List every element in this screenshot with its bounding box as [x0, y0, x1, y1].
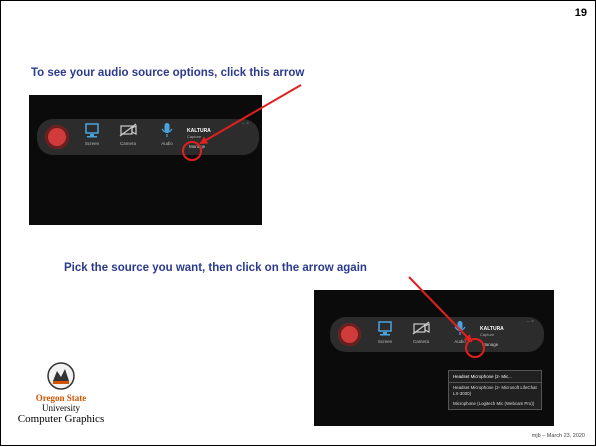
- record-button[interactable]: [338, 323, 361, 346]
- manage-link[interactable]: Manage: [189, 144, 205, 149]
- instruction-caption-bottom: Pick the source you want, then click on …: [64, 262, 367, 274]
- recorder-screenshot-2: Screen Camera Audio KALTURA Capture Mana…: [314, 290, 554, 426]
- screen-control[interactable]: Screen: [77, 123, 107, 146]
- university-seal-icon: [47, 362, 75, 390]
- window-controls[interactable]: – ×: [242, 121, 249, 127]
- screen-label: Screen: [84, 141, 100, 146]
- audio-source-option[interactable]: Microphone (Logitech Mic (Webcam Pro)): [449, 399, 541, 409]
- window-controls[interactable]: – ×: [527, 319, 534, 325]
- camera-label: Camera: [119, 141, 136, 146]
- osu-name: Oregon State: [35, 393, 87, 403]
- monitor-icon: [85, 123, 99, 138]
- microphone-icon: [454, 321, 466, 335]
- kaltura-logo: KALTURA Capture: [187, 128, 211, 140]
- slide-number: 19: [574, 7, 587, 19]
- footer-credit: mjb – March 23, 2020: [531, 433, 585, 439]
- camera-control[interactable]: Camera: [406, 321, 436, 344]
- camera-off-icon: [412, 321, 430, 335]
- department-name: Computer Graphics: [17, 413, 105, 425]
- screen-control[interactable]: Screen: [370, 321, 400, 344]
- microphone-icon: [161, 123, 173, 137]
- recorder-screenshot-1: Screen Camera Audio KALTURA Capture Mana…: [29, 95, 262, 225]
- audio-control[interactable]: Audio: [152, 123, 182, 146]
- audio-control[interactable]: Audio: [445, 321, 475, 344]
- audio-source-selected[interactable]: Headset Microphone (2- Mic...: [449, 371, 541, 383]
- record-button[interactable]: [45, 125, 69, 149]
- camera-control[interactable]: Camera: [113, 123, 143, 146]
- osu-university: University: [42, 403, 80, 413]
- recorder-toolbar: Screen Camera Audio KALTURA Capture Mana…: [37, 119, 259, 155]
- camera-label: Camera: [412, 339, 429, 344]
- screen-label: Screen: [377, 339, 393, 344]
- audio-source-option[interactable]: Headset Microphone (2- Microsoft LifeCha…: [449, 383, 541, 399]
- kaltura-sub: Capture: [480, 332, 495, 337]
- audio-label: Audio: [161, 141, 173, 146]
- recorder-toolbar: Screen Camera Audio KALTURA Capture Mana…: [330, 317, 544, 352]
- camera-off-icon: [119, 123, 137, 137]
- kaltura-sub: Capture: [187, 134, 202, 139]
- slide: 19 To see your audio source options, cli…: [0, 0, 596, 446]
- audio-label: Audio: [454, 339, 466, 344]
- osu-logo: Oregon State University Computer Graphic…: [11, 361, 111, 425]
- audio-source-dropdown[interactable]: Headset Microphone (2- Mic... Headset Mi…: [448, 370, 542, 410]
- kaltura-logo: KALTURA Capture: [480, 326, 504, 338]
- monitor-icon: [378, 321, 392, 336]
- manage-link[interactable]: Manage: [482, 342, 498, 347]
- instruction-caption-top: To see your audio source options, click …: [31, 67, 305, 79]
